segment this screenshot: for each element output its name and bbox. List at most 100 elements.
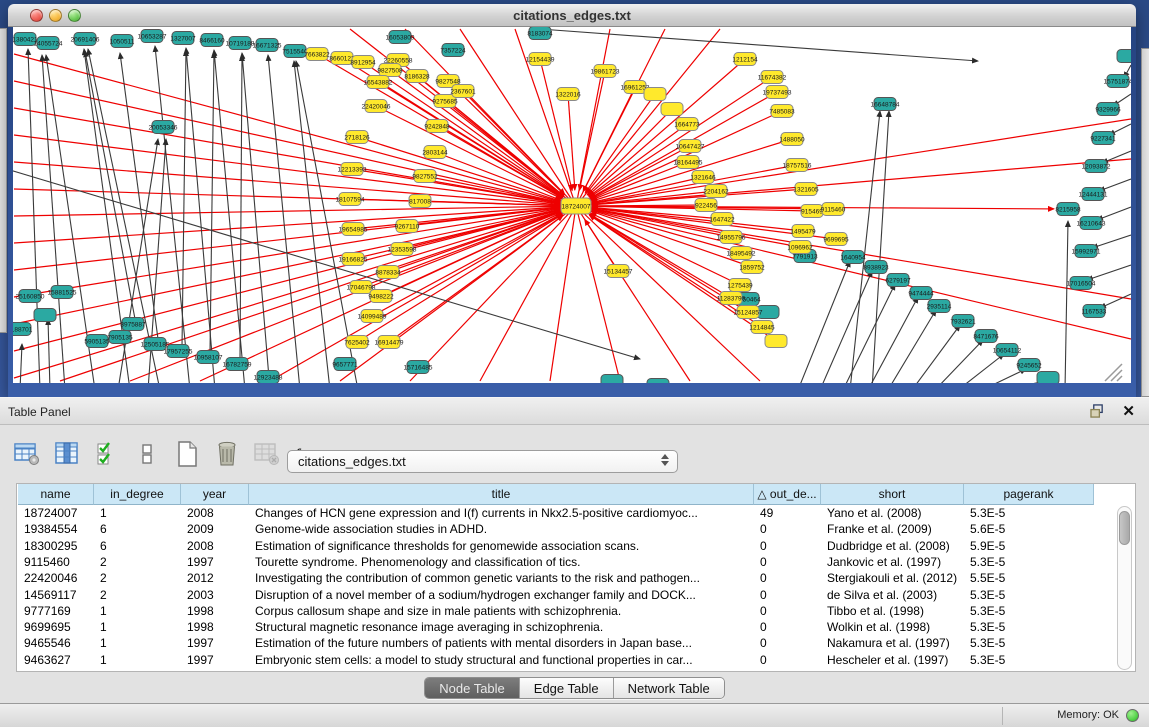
selected-node[interactable]: 16543882 bbox=[364, 76, 393, 89]
node[interactable]: 15992971 bbox=[1072, 245, 1101, 258]
selected-node[interactable]: 7485083 bbox=[769, 105, 795, 118]
selected-node[interactable]: 18724007 bbox=[561, 198, 591, 214]
selected-node[interactable] bbox=[644, 88, 666, 101]
node-table[interactable]: namein_degreeyeartitle△ out_de...shortpa… bbox=[16, 483, 1136, 672]
selected-node[interactable]: 9827508 bbox=[377, 64, 403, 77]
node[interactable]: 9227341 bbox=[1090, 132, 1116, 145]
column-header-name[interactable]: name bbox=[18, 484, 94, 505]
selected-node[interactable] bbox=[661, 103, 683, 116]
node[interactable]: 20053346 bbox=[149, 121, 178, 134]
node[interactable]: 14055724 bbox=[34, 37, 63, 50]
node[interactable]: 8471676 bbox=[973, 330, 999, 343]
delete-trash-button[interactable] bbox=[214, 443, 240, 469]
node[interactable]: 6279197 bbox=[885, 274, 911, 287]
selected-node[interactable]: 9267110 bbox=[395, 220, 420, 233]
table-row[interactable]: 911546021997Tourette syndrome. Phenomeno… bbox=[17, 554, 1093, 570]
node[interactable]: 8938923 bbox=[863, 261, 889, 274]
tab-network-table[interactable]: Network Table bbox=[614, 678, 724, 698]
node[interactable] bbox=[1117, 50, 1131, 63]
node[interactable]: 12093872 bbox=[1082, 160, 1111, 173]
column-header-out_de[interactable]: △ out_de... bbox=[754, 484, 821, 505]
selected-node[interactable]: 1859752 bbox=[739, 261, 765, 274]
selected-node[interactable]: 15134457 bbox=[604, 265, 633, 278]
node[interactable]: 5905135 bbox=[84, 335, 110, 348]
selected-node[interactable]: 1096962 bbox=[787, 241, 813, 254]
tab-node-table[interactable]: Node Table bbox=[425, 678, 520, 698]
node[interactable]: 9329966 bbox=[1095, 103, 1121, 116]
tab-edge-table[interactable]: Edge Table bbox=[520, 678, 614, 698]
table-row[interactable]: 1456911722003Disruption of a novel membe… bbox=[17, 587, 1093, 603]
selected-node[interactable]: 16914479 bbox=[375, 336, 404, 349]
node[interactable]: 10654112 bbox=[993, 344, 1022, 357]
node[interactable]: 15881525 bbox=[48, 286, 77, 299]
node[interactable] bbox=[1037, 372, 1059, 384]
selected-node[interactable]: 1275439 bbox=[727, 279, 753, 292]
node[interactable]: 17957255 bbox=[164, 345, 193, 358]
selected-node[interactable]: 11674382 bbox=[758, 71, 787, 84]
selected-node[interactable]: 2367601 bbox=[450, 85, 476, 98]
selected-node[interactable]: 18164495 bbox=[674, 156, 703, 169]
selected-node[interactable]: 2803144 bbox=[422, 146, 448, 159]
table-vertical-scrollbar[interactable] bbox=[1117, 506, 1132, 670]
node[interactable]: 3975887 bbox=[120, 318, 146, 331]
selected-node[interactable]: 2718126 bbox=[344, 131, 370, 144]
delete-table-disabled-button[interactable] bbox=[254, 443, 280, 469]
selected-node[interactable]: 1647422 bbox=[709, 213, 735, 226]
selected-node[interactable]: 10647427 bbox=[676, 140, 705, 153]
row-height-button[interactable] bbox=[134, 443, 160, 469]
selected-node[interactable]: 8912954 bbox=[350, 56, 376, 69]
table-row[interactable]: 946362711997Embryonic stem cells: a mode… bbox=[17, 652, 1093, 668]
node[interactable]: 1640954 bbox=[840, 251, 866, 264]
table-row[interactable]: 977716911998Corpus callosum shape and si… bbox=[17, 603, 1093, 619]
selected-node[interactable]: 8186328 bbox=[404, 70, 430, 83]
selected-node[interactable] bbox=[765, 335, 787, 348]
node[interactable]: 9245652 bbox=[1016, 359, 1042, 372]
node[interactable]: 25160850 bbox=[16, 290, 45, 303]
scrollbar-thumb[interactable] bbox=[1119, 511, 1130, 545]
selected-node[interactable]: 1495479 bbox=[790, 225, 816, 238]
selected-node[interactable]: 18757516 bbox=[783, 159, 812, 172]
table-row[interactable]: 1830029562008Estimation of significance … bbox=[17, 538, 1093, 554]
selected-node[interactable]: 1321646 bbox=[690, 171, 716, 184]
column-header-pagerank[interactable]: pagerank bbox=[964, 484, 1094, 505]
node[interactable]: 10653287 bbox=[138, 30, 167, 43]
node[interactable] bbox=[647, 379, 669, 384]
selected-node[interactable]: 9699695 bbox=[823, 233, 849, 246]
node[interactable]: 12923488 bbox=[254, 371, 283, 384]
selected-node[interactable]: 7663822 bbox=[304, 48, 330, 61]
selected-node[interactable]: 22420046 bbox=[362, 100, 391, 113]
node[interactable]: 1188701 bbox=[13, 323, 33, 336]
selected-node[interactable]: 9115460 bbox=[821, 203, 846, 216]
selected-node[interactable]: 18495492 bbox=[727, 247, 756, 260]
selected-node[interactable]: 14099489 bbox=[358, 310, 387, 323]
table-row[interactable]: 946554611997Estimation of the future num… bbox=[17, 635, 1093, 651]
table-settings-button[interactable] bbox=[14, 443, 40, 469]
node[interactable]: 15751874 bbox=[1104, 75, 1131, 88]
node[interactable]: 20691406 bbox=[71, 33, 100, 46]
selected-node[interactable]: 7625402 bbox=[344, 336, 370, 349]
float-panel-icon[interactable] bbox=[1090, 404, 1105, 418]
node[interactable]: 8183074 bbox=[527, 27, 553, 40]
node[interactable]: 7905135 bbox=[107, 331, 133, 344]
selected-node[interactable]: 922456 bbox=[695, 199, 717, 212]
node[interactable]: 17016504 bbox=[1067, 277, 1096, 290]
selected-node[interactable]: 1321605 bbox=[793, 183, 819, 196]
selected-node[interactable]: 11283790 bbox=[717, 292, 746, 305]
select-rows-button[interactable] bbox=[94, 443, 120, 469]
column-header-title[interactable]: title bbox=[249, 484, 754, 505]
table-row[interactable]: 969969511998Structural magnetic resonanc… bbox=[17, 619, 1093, 635]
node[interactable]: 16782759 bbox=[223, 358, 252, 371]
selected-node[interactable]: 1488050 bbox=[779, 133, 805, 146]
selected-node[interactable]: 19654985 bbox=[339, 223, 368, 236]
node[interactable]: 9657771 bbox=[332, 358, 358, 371]
close-panel-icon[interactable]: ✕ bbox=[1122, 402, 1135, 420]
node[interactable]: 10958107 bbox=[194, 351, 223, 364]
citation-network-graph[interactable]: 1380421140557242069140610505111065328713… bbox=[13, 27, 1131, 383]
node[interactable] bbox=[34, 309, 56, 322]
window-titlebar[interactable]: citations_edges.txt bbox=[8, 4, 1136, 27]
node[interactable]: 16053809 bbox=[386, 31, 415, 44]
node[interactable]: 1050511 bbox=[110, 35, 135, 48]
selected-node[interactable]: 19861723 bbox=[591, 65, 620, 78]
node[interactable]: 1327007 bbox=[170, 32, 196, 45]
node[interactable]: 2935114 bbox=[927, 300, 952, 313]
